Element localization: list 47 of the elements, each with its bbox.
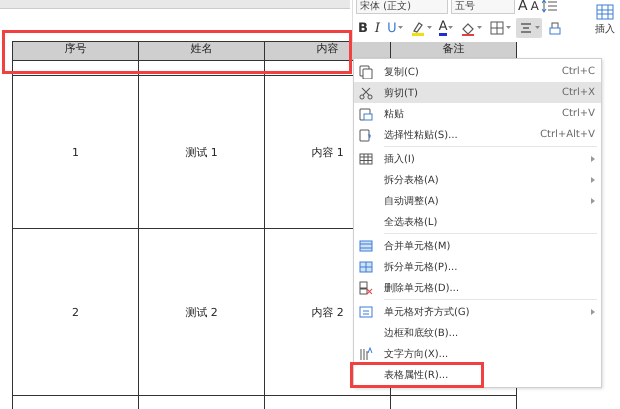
- table-cell: 1: [12, 76, 138, 228]
- italic-button[interactable]: I: [372, 18, 382, 38]
- line-spacing-icon[interactable]: [542, 0, 558, 13]
- grow-font-button[interactable]: A: [518, 0, 528, 14]
- insert-label: 插入: [595, 22, 615, 36]
- underline-button[interactable]: U: [385, 18, 405, 38]
- dropdown-arrow-icon: [477, 26, 482, 30]
- table-cell: 2: [12, 228, 138, 396]
- copy-icon: [359, 64, 373, 78]
- insert-button[interactable]: 插入: [595, 4, 615, 36]
- dropdown-arrow-icon: [426, 26, 432, 30]
- bold-button[interactable]: B: [356, 18, 370, 38]
- shrink-font-button[interactable]: A: [530, 0, 539, 13]
- column-header: 姓名: [138, 42, 264, 60]
- table-cell: 测试 1: [138, 76, 264, 228]
- font-field[interactable]: 宋体 (正文): [356, 0, 448, 14]
- column-header: 序号: [12, 42, 138, 60]
- shortcut-label: Ctrl+C: [562, 66, 595, 77]
- split-icon: [359, 260, 373, 274]
- highlight-icon: [410, 20, 426, 36]
- submenu-arrow-icon: [591, 198, 595, 204]
- table-cell: 测试 2: [138, 228, 264, 396]
- font-color-button[interactable]: A: [436, 18, 456, 38]
- text-direction-icon: [359, 346, 373, 360]
- dropdown-arrow-icon: [448, 26, 454, 30]
- dropdown-arrow-icon: [398, 26, 403, 30]
- column-header: 内容: [264, 42, 390, 60]
- delete-icon: [359, 280, 373, 294]
- shortcut-label: Ctrl+X: [562, 87, 595, 98]
- table-icon: [359, 152, 373, 166]
- cut-icon: [359, 86, 373, 100]
- dropdown-arrow-icon: [506, 26, 512, 30]
- submenu-arrow-icon: [591, 156, 595, 162]
- align-button[interactable]: [516, 18, 542, 38]
- paste-special-icon: [359, 128, 373, 142]
- merge-icon: [359, 238, 373, 252]
- size-field[interactable]: 五号: [451, 0, 515, 14]
- borders-icon: [489, 20, 506, 36]
- dropdown-arrow-icon: [535, 26, 540, 30]
- menu-item[interactable]: 剪切(T) Ctrl+X: [354, 82, 601, 103]
- submenu-arrow-icon: [591, 176, 595, 182]
- shortcut-label: Ctrl+V: [562, 108, 595, 119]
- shortcut-label: Ctrl+Alt+V: [540, 129, 595, 140]
- submenu-arrow-icon: [591, 308, 595, 314]
- table-icon: [595, 4, 615, 22]
- paste-icon: [359, 106, 373, 120]
- align-icon: [359, 304, 373, 318]
